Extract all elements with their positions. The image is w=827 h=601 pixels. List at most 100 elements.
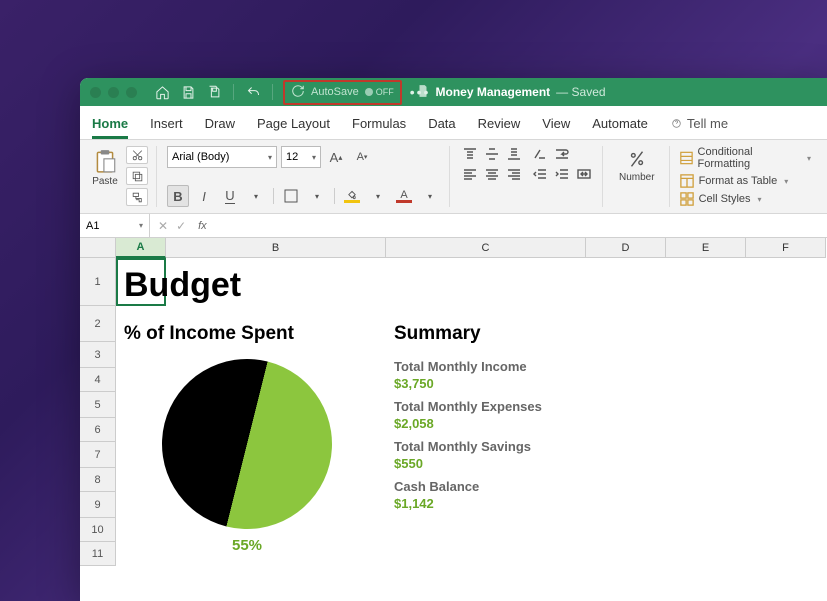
border-button[interactable] — [280, 185, 302, 207]
minimize-window-button[interactable] — [108, 87, 119, 98]
close-window-button[interactable] — [90, 87, 101, 98]
fill-color-button[interactable] — [341, 185, 363, 207]
row-headers: 1 2 3 4 5 6 7 8 9 10 11 — [80, 258, 116, 566]
home-icon[interactable] — [153, 83, 171, 101]
conditional-formatting-button[interactable]: Conditional Formatting▾ — [680, 146, 811, 170]
font-name-select[interactable]: Arial (Body)▾ — [167, 146, 277, 168]
sync-icon[interactable] — [291, 84, 305, 101]
expenses-value: $2,058 — [394, 416, 819, 431]
font-color-button[interactable]: A — [393, 185, 415, 207]
tab-formulas[interactable]: Formulas — [352, 110, 406, 139]
font-size-select[interactable]: 12▾ — [281, 146, 321, 168]
row-header-1[interactable]: 1 — [80, 258, 116, 306]
tab-home[interactable]: Home — [92, 110, 128, 139]
tab-insert[interactable]: Insert — [150, 110, 183, 139]
document-title[interactable]: Money Management — Saved — [415, 84, 605, 101]
bold-button[interactable]: B — [167, 185, 189, 207]
cell-styles-button[interactable]: Cell Styles▾ — [680, 192, 811, 206]
cut-button[interactable] — [126, 146, 148, 164]
paste-label: Paste — [92, 176, 118, 187]
row-header-5[interactable]: 5 — [80, 392, 116, 418]
row-header-9[interactable]: 9 — [80, 492, 116, 518]
row-header-3[interactable]: 3 — [80, 342, 116, 368]
expenses-label: Total Monthly Expenses — [394, 399, 819, 414]
cancel-formula-button[interactable]: ✕ — [158, 219, 168, 233]
zoom-window-button[interactable] — [126, 87, 137, 98]
autosave-toggle-highlight: AutoSave OFF — [283, 80, 402, 105]
tab-draw[interactable]: Draw — [205, 110, 235, 139]
spreadsheet: 1 2 3 4 5 6 7 8 9 10 11 A B C D E F — [80, 238, 827, 601]
pie-chart[interactable] — [144, 341, 350, 547]
align-middle-button[interactable] — [482, 146, 502, 162]
format-as-table-button[interactable]: Format as Table▾ — [680, 174, 811, 188]
cash-value: $1,142 — [394, 496, 819, 511]
increase-indent-button[interactable] — [552, 166, 572, 182]
column-header-b[interactable]: B — [166, 238, 386, 258]
pct-heading: % of Income Spent — [124, 323, 370, 345]
row-header-6[interactable]: 6 — [80, 418, 116, 442]
tell-me[interactable]: Tell me — [670, 110, 728, 139]
row-header-2[interactable]: 2 — [80, 306, 116, 342]
align-bottom-button[interactable] — [504, 146, 524, 162]
tab-data[interactable]: Data — [428, 110, 455, 139]
savings-label: Total Monthly Savings — [394, 439, 819, 454]
orientation-button[interactable] — [530, 146, 550, 162]
row-header-11[interactable]: 11 — [80, 542, 116, 566]
row-header-8[interactable]: 8 — [80, 468, 116, 492]
document-status: — Saved — [556, 85, 605, 99]
align-center-button[interactable] — [482, 166, 502, 182]
wrap-text-button[interactable] — [552, 146, 572, 162]
autosave-toggle[interactable]: OFF — [365, 87, 394, 97]
styles-group: Conditional Formatting▾ Format as Table▾… — [680, 146, 819, 207]
ribbon-tabs: Home Insert Draw Page Layout Formulas Da… — [80, 106, 827, 140]
decrease-indent-button[interactable] — [530, 166, 550, 182]
fill-color-menu[interactable]: ▾ — [367, 185, 389, 207]
fx-icon[interactable]: fx — [198, 220, 207, 232]
italic-button[interactable]: I — [193, 185, 215, 207]
column-header-d[interactable]: D — [586, 238, 666, 258]
tab-page-layout[interactable]: Page Layout — [257, 110, 330, 139]
decrease-font-button[interactable]: A▾ — [351, 146, 373, 168]
row-header-4[interactable]: 4 — [80, 368, 116, 392]
column-header-e[interactable]: E — [666, 238, 746, 258]
income-label: Total Monthly Income — [394, 359, 819, 374]
cell-grid[interactable]: Budget % of Income Spent 55% Summary Tot… — [116, 258, 827, 601]
summary-heading: Summary — [394, 323, 819, 345]
align-top-button[interactable] — [460, 146, 480, 162]
tab-view[interactable]: View — [542, 110, 570, 139]
font-size-value: 12 — [286, 151, 298, 163]
merge-button[interactable] — [574, 166, 594, 182]
undo-icon[interactable] — [244, 83, 262, 101]
select-all-corner[interactable] — [80, 238, 116, 258]
column-header-c[interactable]: C — [386, 238, 586, 258]
underline-button[interactable]: U — [219, 185, 241, 207]
tell-me-label: Tell me — [687, 116, 728, 131]
underline-menu[interactable]: ▾ — [245, 185, 267, 207]
format-painter-button[interactable] — [126, 188, 148, 206]
row-header-10[interactable]: 10 — [80, 518, 116, 542]
border-menu[interactable]: ▾ — [306, 185, 328, 207]
align-left-button[interactable] — [460, 166, 480, 182]
window-controls — [90, 87, 137, 98]
name-box[interactable]: A1▾ — [80, 214, 150, 237]
font-group: Arial (Body)▾ 12▾ A▴ A▾ B I U ▾ ▾ ▾ A ▾ — [167, 146, 450, 207]
paste-button[interactable]: Paste — [88, 146, 122, 189]
tab-review[interactable]: Review — [478, 110, 521, 139]
row-header-7[interactable]: 7 — [80, 442, 116, 468]
align-right-button[interactable] — [504, 166, 524, 182]
column-header-a[interactable]: A — [116, 238, 166, 258]
accept-formula-button[interactable]: ✓ — [176, 219, 186, 233]
number-group: Number — [613, 146, 670, 207]
autosave-label: AutoSave — [311, 86, 359, 98]
copy-button[interactable] — [126, 167, 148, 185]
column-header-f[interactable]: F — [746, 238, 826, 258]
cash-label: Cash Balance — [394, 479, 819, 494]
number-format-button[interactable]: Number — [613, 146, 661, 185]
save-all-icon[interactable] — [205, 83, 223, 101]
save-icon[interactable] — [179, 83, 197, 101]
increase-font-button[interactable]: A▴ — [325, 146, 347, 168]
tab-automate[interactable]: Automate — [592, 110, 648, 139]
alignment-group — [460, 146, 603, 207]
formula-input[interactable] — [215, 214, 827, 237]
font-color-menu[interactable]: ▾ — [419, 185, 441, 207]
